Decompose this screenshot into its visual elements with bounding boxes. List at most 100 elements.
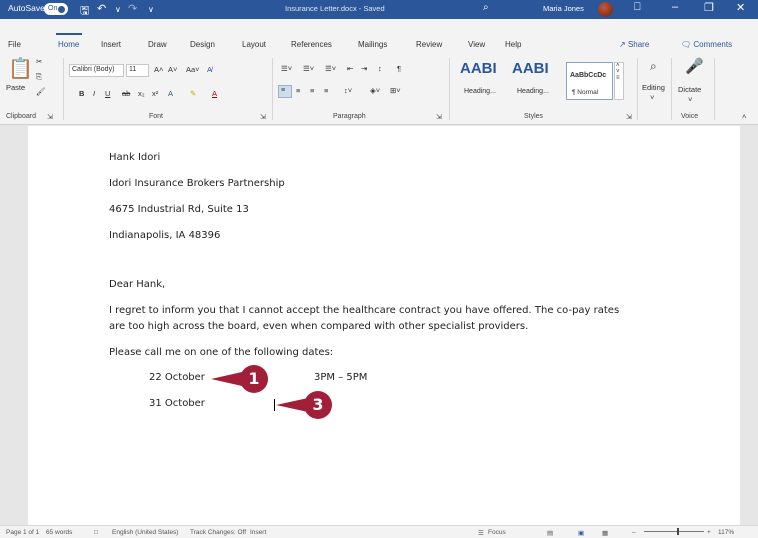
- tab-insert[interactable]: Insert: [101, 40, 121, 49]
- paragraph-group-label: Paragraph: [333, 113, 366, 120]
- highlight-icon[interactable]: ✎: [190, 89, 196, 98]
- focus-icon[interactable]: ☰: [478, 529, 484, 537]
- paste-button[interactable]: Paste: [6, 83, 25, 92]
- user-name[interactable]: Maria Jones: [543, 4, 584, 13]
- insert-mode-status[interactable]: Insert: [250, 529, 266, 536]
- underline-icon[interactable]: U: [105, 89, 110, 98]
- tab-mailings[interactable]: Mailings: [358, 40, 387, 49]
- borders-icon[interactable]: ⊞˅: [390, 86, 401, 95]
- italic-icon[interactable]: I: [93, 89, 95, 98]
- tab-design[interactable]: Design: [190, 40, 215, 49]
- focus-button[interactable]: Focus: [488, 529, 506, 536]
- justify-icon[interactable]: ≡: [324, 86, 328, 95]
- toggle-knob: [58, 6, 65, 13]
- document-title[interactable]: Insurance Letter.docx - Saved: [285, 4, 385, 13]
- tab-draw[interactable]: Draw: [148, 40, 167, 49]
- editing-search-icon[interactable]: ⌕: [650, 59, 657, 74]
- autosave-toggle[interactable]: On: [44, 3, 68, 15]
- sort-icon[interactable]: ↕: [378, 64, 382, 73]
- print-layout-icon[interactable]: ▣: [578, 529, 584, 537]
- vertical-scrollbar[interactable]: [740, 126, 758, 525]
- subscript-icon[interactable]: x₂: [138, 89, 145, 98]
- line-spacing-icon[interactable]: ↕˅: [344, 86, 352, 95]
- salutation: Dear Hank,: [109, 279, 166, 290]
- multilevel-list-icon[interactable]: ☰˅: [325, 64, 336, 73]
- shading-icon[interactable]: ◈˅: [370, 86, 380, 95]
- search-icon[interactable]: ⌕: [483, 2, 489, 13]
- decrease-indent-icon[interactable]: ⇤: [347, 64, 353, 73]
- paste-icon[interactable]: 📋: [8, 56, 33, 81]
- font-size-box[interactable]: 11: [126, 64, 149, 77]
- ribbon-display-icon[interactable]: ⎕: [634, 1, 641, 14]
- minimize-icon[interactable]: –: [672, 1, 678, 13]
- styles-launcher-icon[interactable]: ⇲: [626, 113, 632, 121]
- zoom-out-icon[interactable]: –: [632, 529, 636, 536]
- customize-toolbar-icon[interactable]: ∨: [148, 5, 154, 14]
- word-count[interactable]: 65 words: [46, 529, 72, 536]
- separator: [637, 58, 638, 120]
- numbering-icon[interactable]: ☰˅: [303, 64, 314, 73]
- close-icon[interactable]: ✕: [736, 1, 745, 14]
- clipboard-launcher-icon[interactable]: ⇲: [47, 113, 53, 121]
- shrink-font-icon[interactable]: A˅: [168, 65, 177, 74]
- restore-icon[interactable]: ❐: [704, 1, 714, 14]
- proofing-icon[interactable]: □: [94, 529, 98, 536]
- tab-references[interactable]: References: [291, 40, 332, 49]
- strikethrough-icon[interactable]: ab: [122, 89, 130, 98]
- editing-button[interactable]: Editing: [642, 83, 665, 92]
- language-status[interactable]: English (United States): [112, 529, 178, 536]
- dictate-button[interactable]: Dictate: [678, 85, 701, 94]
- align-center-icon[interactable]: ≡: [296, 86, 300, 95]
- show-formatting-icon[interactable]: ¶: [397, 64, 401, 73]
- font-launcher-icon[interactable]: ⇲: [260, 113, 266, 121]
- redo-icon[interactable]: ↷: [128, 2, 137, 15]
- styles-more-button[interactable]: ˄ ˅ ≡: [614, 62, 624, 100]
- text-effects-icon[interactable]: A: [168, 89, 173, 98]
- share-icon: ↗: [619, 40, 628, 49]
- editing-dropdown-icon[interactable]: ˅: [650, 93, 654, 102]
- tab-file[interactable]: File: [8, 40, 21, 49]
- avatar[interactable]: [598, 2, 613, 17]
- zoom-level[interactable]: 117%: [718, 529, 734, 536]
- undo-dropdown-icon[interactable]: ∨: [115, 5, 121, 14]
- tab-view[interactable]: View: [468, 40, 485, 49]
- grow-font-icon[interactable]: A˄: [154, 65, 163, 74]
- bullets-icon[interactable]: ☰˅: [281, 64, 292, 73]
- align-left-icon[interactable]: ≡: [278, 85, 292, 98]
- font-name-box[interactable]: Calibri (Body): [69, 64, 124, 77]
- title-bar: AutoSave On 🖫 ↶ ∨ ↷ ∨ Insurance Letter.d…: [0, 0, 758, 19]
- comment-icon: 🗨: [681, 40, 694, 49]
- microphone-icon[interactable]: 🎤: [685, 57, 704, 75]
- clear-formatting-icon[interactable]: A̸: [207, 65, 212, 74]
- tab-home[interactable]: Home: [58, 40, 79, 49]
- page-count[interactable]: Page 1 of 1: [6, 529, 39, 536]
- document-page[interactable]: Hank Idori Idori Insurance Brokers Partn…: [28, 126, 740, 525]
- comments-button[interactable]: 🗨 Comments: [681, 40, 732, 49]
- style-normal-tile[interactable]: AaBbCcDc ¶ Normal: [566, 62, 613, 100]
- cut-icon[interactable]: ✂: [36, 57, 42, 66]
- read-mode-icon[interactable]: ▤: [547, 529, 553, 537]
- style-normal-label: ¶ Normal: [572, 89, 599, 96]
- paragraph-launcher-icon[interactable]: ⇲: [436, 113, 442, 121]
- active-tab-indicator: [56, 33, 82, 35]
- collapse-ribbon-icon[interactable]: ˄: [742, 112, 746, 121]
- bold-icon[interactable]: B: [79, 89, 84, 98]
- zoom-in-icon[interactable]: +: [707, 529, 711, 536]
- tab-review[interactable]: Review: [416, 40, 442, 49]
- tab-help[interactable]: Help: [505, 40, 521, 49]
- copy-icon[interactable]: ⎘: [36, 72, 42, 82]
- zoom-slider-thumb[interactable]: [677, 528, 679, 535]
- zoom-slider-track[interactable]: [644, 531, 704, 532]
- track-changes-status[interactable]: Track Changes: Off: [190, 529, 246, 536]
- undo-icon[interactable]: ↶: [97, 2, 106, 15]
- superscript-icon[interactable]: x²: [152, 89, 158, 98]
- tab-layout[interactable]: Layout: [242, 40, 266, 49]
- share-button[interactable]: ↗ Share: [619, 40, 649, 49]
- align-right-icon[interactable]: ≡: [310, 86, 314, 95]
- web-layout-icon[interactable]: ▦: [602, 529, 608, 537]
- dictate-dropdown-icon[interactable]: ˅: [688, 95, 692, 104]
- increase-indent-icon[interactable]: ⇥: [361, 64, 367, 73]
- change-case-icon[interactable]: Aa˅: [186, 65, 200, 74]
- format-painter-icon[interactable]: 🖌: [36, 87, 46, 96]
- font-color-icon[interactable]: A: [212, 89, 217, 98]
